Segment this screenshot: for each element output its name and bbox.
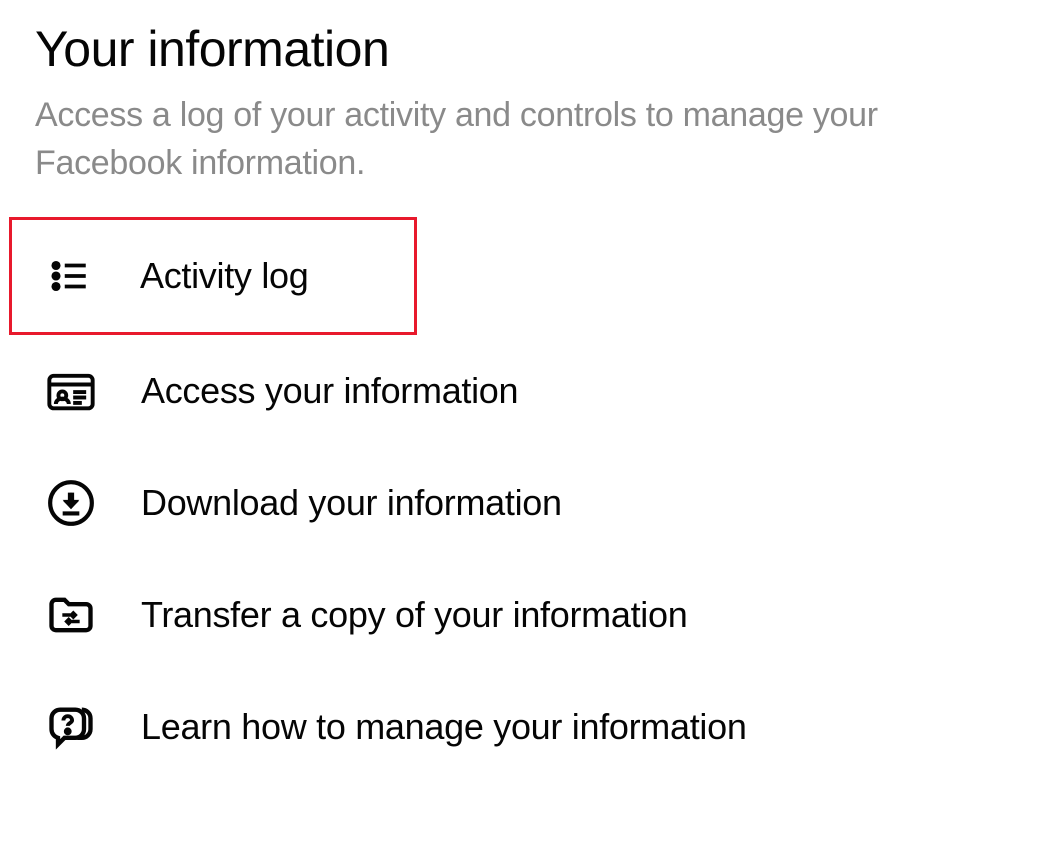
download-icon bbox=[45, 477, 97, 529]
question-chat-icon bbox=[45, 701, 97, 753]
folder-transfer-icon bbox=[45, 589, 97, 641]
menu-item-download-information[interactable]: Download your information bbox=[35, 447, 1023, 559]
menu-item-access-information[interactable]: Access your information bbox=[35, 335, 1023, 447]
page-subtitle: Access a log of your activity and contro… bbox=[35, 92, 1023, 187]
menu-item-activity-log[interactable]: Activity log bbox=[9, 217, 417, 335]
menu-list: Activity log Access your information bbox=[35, 217, 1023, 783]
menu-item-label: Access your information bbox=[141, 370, 518, 412]
menu-item-label: Transfer a copy of your information bbox=[141, 594, 687, 636]
menu-item-label: Learn how to manage your information bbox=[141, 706, 747, 748]
menu-item-transfer-information[interactable]: Transfer a copy of your information bbox=[35, 559, 1023, 671]
page-title: Your information bbox=[35, 20, 1023, 78]
menu-item-label: Download your information bbox=[141, 482, 562, 524]
id-card-icon bbox=[45, 365, 97, 417]
menu-item-label: Activity log bbox=[140, 255, 308, 297]
menu-item-learn-manage-information[interactable]: Learn how to manage your information bbox=[35, 671, 1023, 783]
list-icon bbox=[44, 250, 96, 302]
